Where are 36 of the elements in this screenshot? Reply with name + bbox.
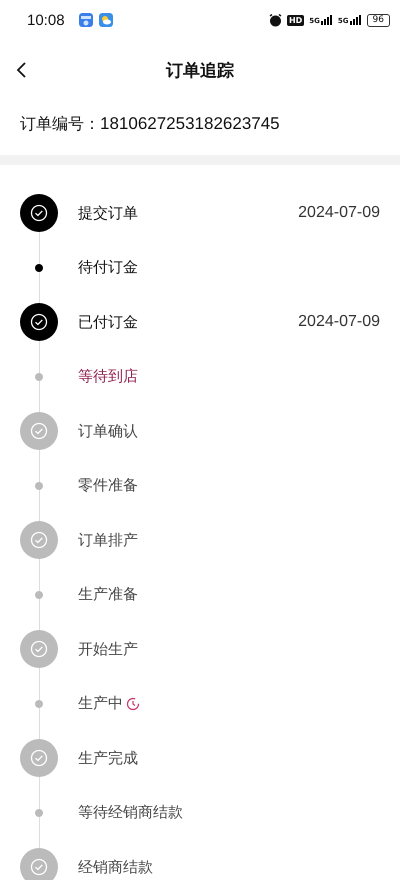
step-label: 经销商结款: [78, 858, 153, 877]
step-date: 2024-07-09: [298, 313, 380, 332]
step-label: 零件准备: [78, 476, 138, 496]
step-label: 等待经销商结款: [78, 803, 183, 822]
step-date: 2024-07-09: [298, 204, 380, 222]
check-circle-icon: [20, 630, 58, 668]
hd-indicator: HD: [286, 14, 304, 26]
weather-icon: [98, 13, 113, 27]
check-circle-icon: [20, 412, 58, 450]
check-circle-icon: [20, 521, 58, 560]
order-number-label: 订单编号：: [20, 114, 100, 135]
step-label: 订单排产: [78, 530, 138, 550]
step-dot: [35, 700, 43, 708]
step-label: 已付订金: [78, 312, 138, 332]
battery-indicator: 96: [366, 14, 390, 26]
step-label: 订单确认: [78, 422, 138, 441]
step-label: 生产准备: [78, 585, 138, 604]
step-dot: [35, 372, 43, 381]
alarm-icon: [268, 14, 282, 26]
check-circle-icon: [20, 739, 58, 778]
step-dot: [35, 590, 43, 599]
step-label: 待付订金: [78, 258, 138, 278]
page-title: 订单追踪: [166, 60, 234, 82]
check-circle-icon: [20, 303, 58, 342]
step-dot: [35, 808, 43, 817]
order-number: 1810627253182623745: [100, 114, 280, 135]
step-label: 提交订单: [78, 204, 138, 223]
step-label: 生产中: [78, 694, 123, 714]
step-label: 开始生产: [78, 640, 138, 659]
app-icon: [78, 13, 93, 27]
check-circle-icon: [20, 194, 58, 232]
status-time: 10:08: [27, 12, 65, 28]
step-dot: [35, 264, 43, 272]
step-label: 等待到店: [78, 367, 138, 386]
step-label: 生产完成: [78, 748, 138, 768]
step-dot: [35, 482, 43, 490]
